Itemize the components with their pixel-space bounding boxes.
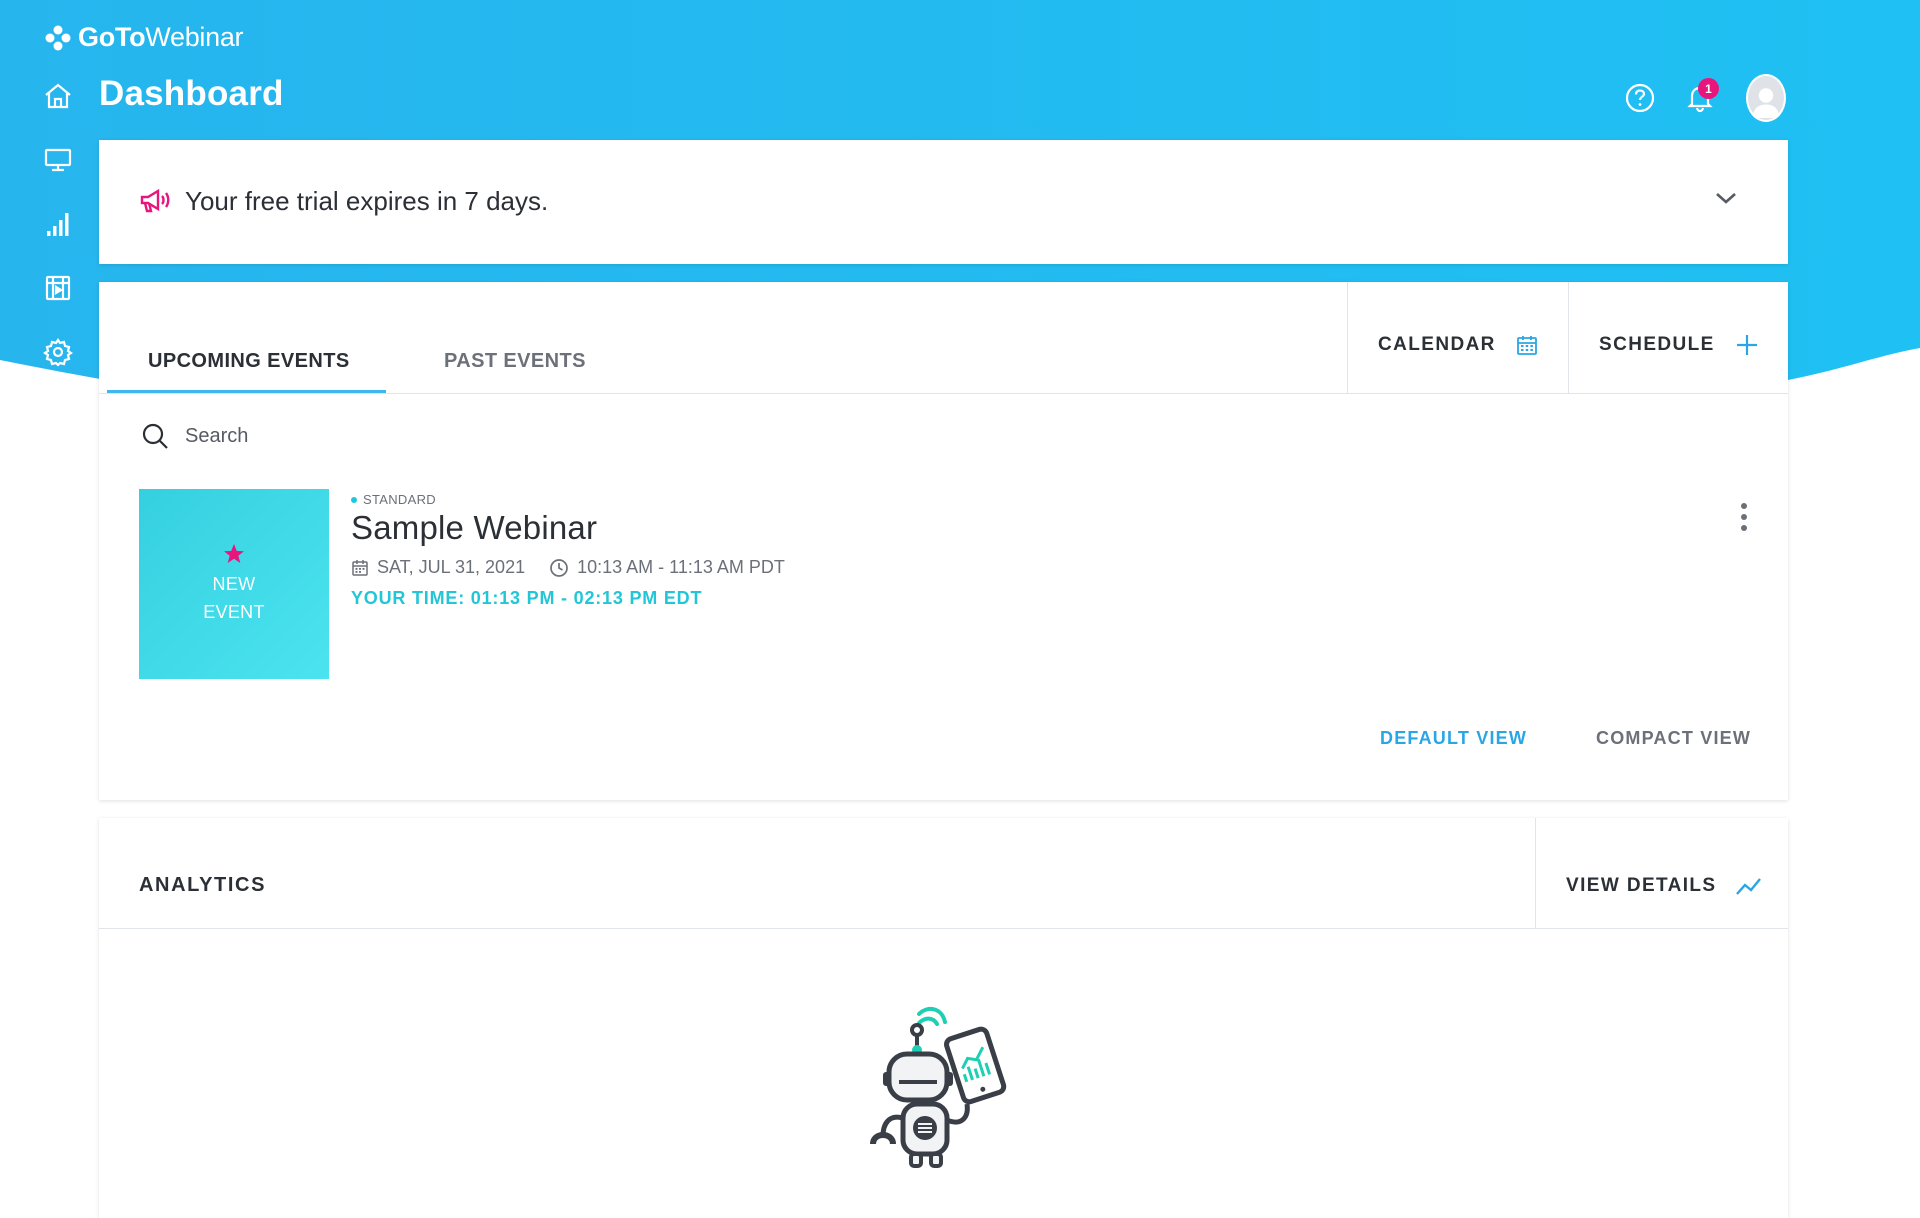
event-local-time: YOUR TIME: 01:13 PM - 02:13 PM EDT	[351, 588, 703, 608]
star-icon	[224, 544, 244, 563]
thumbnail-line-1: NEW	[212, 574, 256, 594]
event-time: 10:13 AM - 11:13 AM PDT	[549, 557, 785, 578]
event-info: STANDARD Sample Webinar SAT, JUL 31, 202…	[351, 492, 809, 609]
nav-webinars[interactable]	[42, 144, 74, 176]
event-type-label: STANDARD	[363, 492, 436, 507]
thumbnail-label: NEW EVENT	[203, 570, 265, 626]
notification-badge: 1	[1698, 78, 1719, 99]
analytics-header: ANALYTICS VIEW DETAILS	[99, 818, 1788, 929]
event-thumbnail[interactable]: NEW EVENT	[139, 489, 329, 679]
trial-expand-button[interactable]	[1714, 190, 1738, 211]
schedule-button[interactable]: SCHEDULE	[1568, 282, 1788, 393]
logo-flower-icon	[45, 25, 71, 50]
logo-text-bold: GoTo	[78, 22, 146, 52]
trial-banner: Your free trial expires in 7 days.	[99, 140, 1788, 264]
nav-home[interactable]	[42, 80, 74, 112]
megaphone-icon	[140, 188, 170, 213]
analytics-title: ANALYTICS	[139, 874, 267, 896]
event-time-text: 10:13 AM - 11:13 AM PDT	[577, 557, 785, 577]
event-title[interactable]: Sample Webinar	[351, 509, 809, 547]
help-circle-icon	[1625, 83, 1655, 113]
calendar-button[interactable]: CALENDAR	[1347, 282, 1568, 393]
home-icon	[45, 83, 71, 109]
calendar-label: CALENDAR	[1378, 333, 1496, 355]
nav-analytics[interactable]	[42, 208, 74, 240]
top-actions: 1	[1600, 74, 1786, 122]
monitor-icon	[44, 148, 72, 172]
side-nav	[42, 80, 74, 400]
robot-illustration	[870, 1006, 1007, 1168]
trial-text: Your free trial expires in 7 days.	[185, 186, 549, 216]
default-view-button[interactable]: DEFAULT VIEW	[1380, 728, 1527, 749]
search-icon	[142, 423, 168, 449]
trend-line-icon	[1735, 878, 1761, 895]
chevron-down-icon	[1716, 193, 1736, 204]
event-type: STANDARD	[351, 492, 809, 507]
event-search	[141, 422, 587, 450]
plus-icon	[1736, 334, 1757, 355]
notifications-button[interactable]: 1	[1680, 78, 1720, 118]
view-details-button[interactable]: VIEW DETAILS	[1535, 818, 1788, 928]
gotowebinar-logo[interactable]: GoTo Webinar	[44, 22, 244, 53]
help-button[interactable]	[1620, 78, 1660, 118]
active-tab-indicator	[107, 390, 386, 393]
bar-chart-icon	[47, 213, 69, 236]
view-details-label: VIEW DETAILS	[1566, 875, 1717, 896]
compact-view-button[interactable]: COMPACT VIEW	[1596, 728, 1751, 749]
thumbnail-line-2: EVENT	[203, 602, 265, 622]
gear-icon	[43, 338, 73, 367]
avatar	[1746, 74, 1786, 122]
event-meta: SAT, JUL 31, 2021 10:13 AM - 11:13 AM PD…	[351, 557, 809, 578]
event-more-button[interactable]	[1740, 502, 1748, 537]
tab-upcoming-events[interactable]: UPCOMING EVENTS	[148, 350, 350, 373]
nav-recordings[interactable]	[42, 272, 74, 304]
schedule-label: SCHEDULE	[1599, 333, 1715, 355]
user-avatar-icon	[1752, 88, 1780, 118]
calendar-icon	[352, 559, 368, 576]
events-card: UPCOMING EVENTS PAST EVENTS CALENDAR SCH…	[99, 282, 1788, 800]
event-date: SAT, JUL 31, 2021	[351, 557, 525, 578]
event-type-dot	[351, 496, 357, 503]
events-tabs: UPCOMING EVENTS PAST EVENTS CALENDAR SCH…	[99, 282, 1788, 394]
user-menu-button[interactable]	[1746, 74, 1786, 122]
analytics-card: ANALYTICS VIEW DETAILS	[99, 818, 1788, 1218]
clock-icon	[550, 558, 568, 577]
nav-settings[interactable]	[42, 336, 74, 368]
more-vertical-icon	[1741, 503, 1747, 531]
recordings-icon	[45, 275, 71, 301]
logo-text-light: Webinar	[145, 22, 244, 52]
calendar-icon	[1516, 335, 1537, 355]
tab-past-events[interactable]: PAST EVENTS	[444, 350, 586, 373]
event-date-text: SAT, JUL 31, 2021	[377, 557, 526, 577]
search-input[interactable]	[183, 423, 587, 449]
page-title: Dashboard	[99, 74, 284, 113]
